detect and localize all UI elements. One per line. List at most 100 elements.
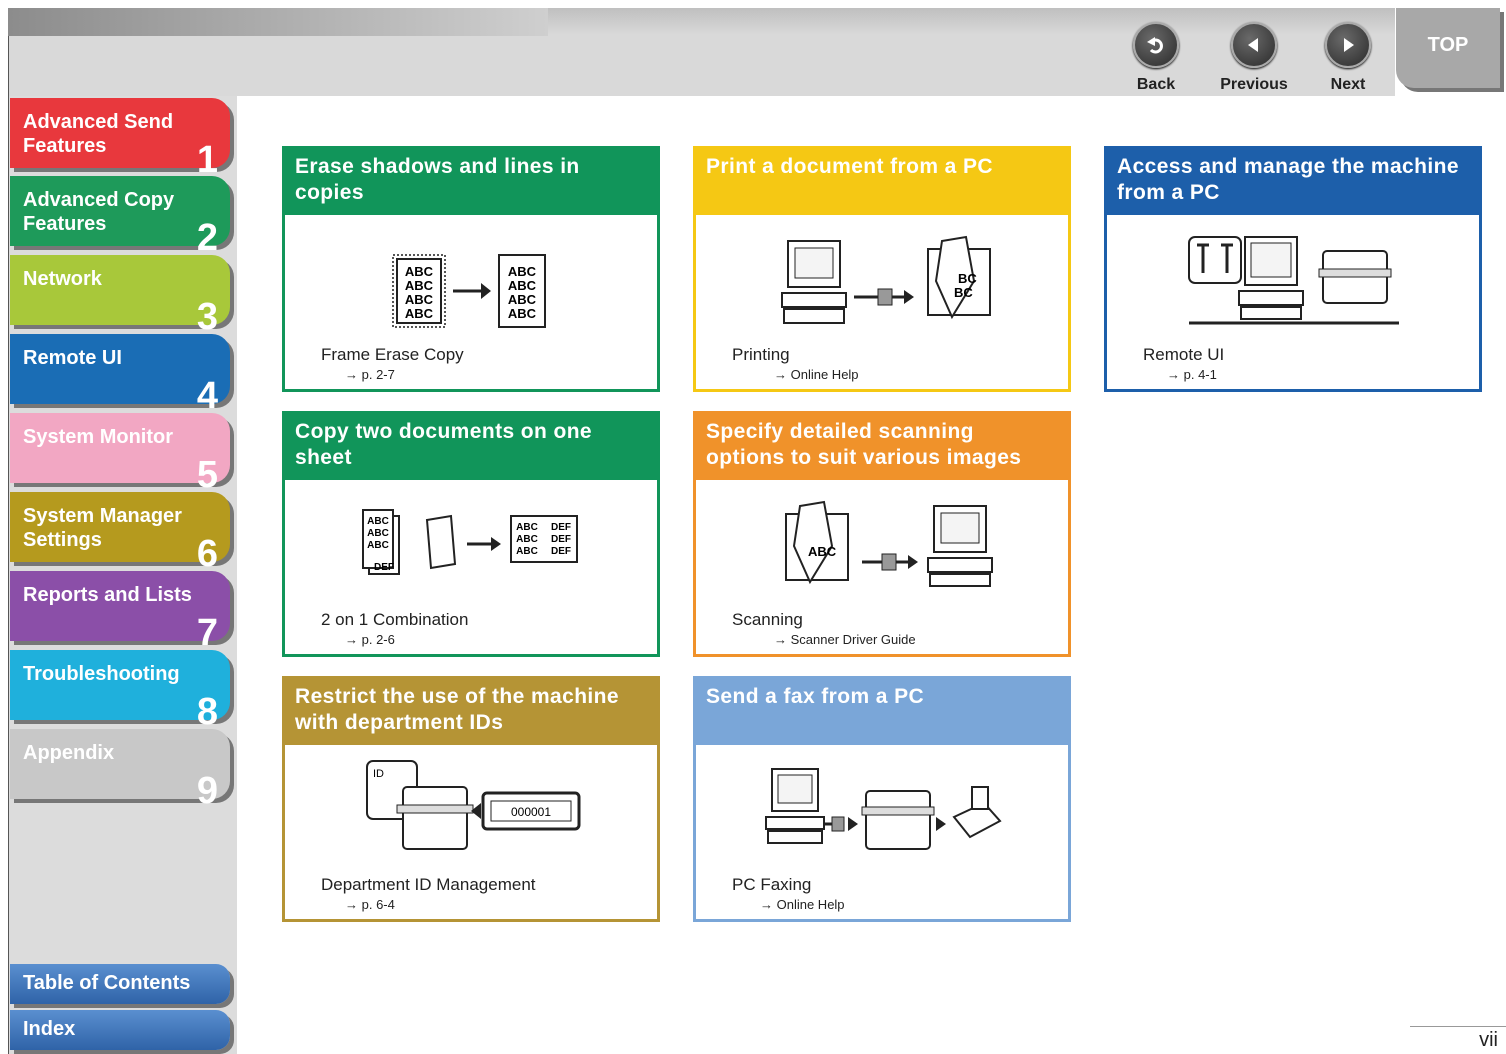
previous-button[interactable]: Previous	[1214, 22, 1294, 94]
card-reference-link[interactable]: → p. 6-4	[345, 897, 395, 912]
def-text: DEF	[551, 534, 571, 545]
chapter-tab-number: 6	[196, 533, 218, 575]
bc-text: BC	[954, 285, 973, 300]
card-frame-erase[interactable]: Erase shadows and lines in copies ABC AB…	[282, 146, 660, 392]
chapter-tab-label: Appendix	[23, 742, 115, 764]
chapter-tab-number: 5	[196, 454, 218, 496]
card-reference-link[interactable]: → p. 2-6	[345, 632, 395, 647]
page-number: vii	[1479, 1029, 1498, 1051]
back-icon	[1133, 22, 1179, 68]
bc-text: BC	[958, 271, 977, 286]
abc-text: ABC	[516, 534, 538, 545]
card-title: Send a fax from a PC	[696, 679, 1068, 745]
card-remote-ui[interactable]: Access and manage the machine from a PC …	[1104, 146, 1482, 392]
card-title: Print a document from a PC	[696, 149, 1068, 215]
abc-text: ABC	[367, 528, 389, 539]
card-scanning[interactable]: Specify detailed scanning options to sui…	[693, 411, 1071, 657]
chapter-tab-1[interactable]: Advanced Send Features 1	[10, 98, 230, 179]
abc-text: ABC	[508, 292, 537, 307]
def-text: DEF	[374, 562, 394, 573]
chapter-tab-label: Troubleshooting	[23, 663, 180, 685]
pc-faxing-illustration	[696, 751, 1068, 869]
page-divider	[1410, 1026, 1506, 1027]
chapter-tab-3[interactable]: Network 3	[10, 255, 230, 336]
back-button[interactable]: Back	[1126, 22, 1186, 94]
next-icon	[1325, 22, 1371, 68]
card-reference-link[interactable]: → Online Help	[774, 367, 859, 382]
card-2on1-combination[interactable]: Copy two documents on one sheet ABC ABC …	[282, 411, 660, 657]
card-label: Remote UI	[1143, 345, 1225, 364]
next-button[interactable]: Next	[1318, 22, 1378, 94]
remote-ui-illustration	[1107, 221, 1479, 339]
chapter-tab-number: 1	[196, 139, 218, 181]
chapter-tab-5[interactable]: System Monitor 5	[10, 413, 230, 494]
card-reference-link[interactable]: → Online Help	[760, 897, 845, 912]
abc-text: ABC	[508, 278, 537, 293]
chapter-tab-8[interactable]: Troubleshooting 8	[10, 650, 230, 731]
department-id-illustration: ID 000001	[285, 751, 657, 869]
chapter-tab-number: 7	[196, 612, 218, 654]
scanning-illustration: ABC	[696, 486, 1068, 604]
card-label: Printing	[732, 345, 790, 364]
abc-text: ABC	[516, 546, 538, 557]
card-department-id[interactable]: Restrict the use of the machine with dep…	[282, 676, 660, 922]
chapter-tab-9[interactable]: Appendix 9	[10, 729, 230, 810]
def-text: DEF	[551, 522, 571, 533]
abc-text: ABC	[405, 292, 434, 307]
abc-text: ABC	[367, 540, 389, 551]
card-label: Scanning	[732, 610, 803, 629]
card-title: Access and manage the machine from a PC	[1107, 149, 1479, 215]
card-reference-link[interactable]: → Scanner Driver Guide	[774, 632, 916, 647]
top-label: TOP	[1427, 34, 1469, 56]
card-pc-faxing[interactable]: Send a fax from a PC PC Faxing → Online …	[693, 676, 1071, 922]
chapter-tab-label: Reports and Lists	[23, 584, 192, 606]
top-button[interactable]: TOP	[1396, 8, 1500, 88]
card-title: Specify detailed scanning options to sui…	[696, 414, 1068, 480]
table-of-contents-tab[interactable]: Table of Contents	[10, 964, 230, 1004]
card-title: Restrict the use of the machine with dep…	[285, 679, 657, 745]
counter-text: 000001	[511, 805, 551, 819]
abc-text: ABC	[508, 264, 537, 279]
printing-illustration: BC BC	[696, 221, 1068, 339]
card-reference-link[interactable]: → p. 2-7	[345, 367, 395, 382]
def-text: DEF	[551, 546, 571, 557]
abc-text: ABC	[808, 544, 837, 559]
chapter-tab-2[interactable]: Advanced Copy Features 2	[10, 176, 230, 257]
index-label: Index	[23, 1018, 76, 1040]
abc-text: ABC	[405, 264, 434, 279]
chapter-tab-label: Network	[23, 268, 102, 290]
card-printing[interactable]: Print a document from a PC BC BC Printin…	[693, 146, 1071, 392]
card-title: Erase shadows and lines in copies	[285, 149, 657, 215]
card-title: Copy two documents on one sheet	[285, 414, 657, 480]
abc-text: ABC	[516, 522, 538, 533]
abc-text: ABC	[367, 516, 389, 527]
toc-label: Table of Contents	[23, 972, 191, 994]
card-label: Department ID Management	[321, 875, 536, 894]
top-bar-shade	[8, 8, 548, 36]
chapter-tab-7[interactable]: Reports and Lists 7	[10, 571, 230, 652]
card-label: 2 on 1 Combination	[321, 610, 469, 629]
id-text: ID	[373, 768, 384, 780]
chapter-tab-label: Remote UI	[23, 347, 122, 369]
card-label: Frame Erase Copy	[321, 345, 464, 364]
index-tab[interactable]: Index	[10, 1010, 230, 1050]
chapter-tab-number: 8	[196, 691, 218, 733]
chapter-tab-number: 2	[196, 217, 218, 259]
chapter-tab-6[interactable]: System Manager Settings 6	[10, 492, 230, 573]
card-reference-link[interactable]: → p. 4-1	[1167, 367, 1217, 382]
chapter-tab-number: 3	[196, 296, 218, 338]
previous-label: Previous	[1220, 76, 1288, 93]
abc-text: ABC	[405, 306, 434, 321]
next-label: Next	[1330, 76, 1366, 93]
frame-erase-illustration: ABC ABC ABC ABC ABC ABC ABC ABC	[285, 221, 657, 339]
back-label: Back	[1136, 76, 1176, 93]
card-label: PC Faxing	[732, 875, 812, 894]
abc-text: ABC	[405, 278, 434, 293]
previous-icon	[1231, 22, 1277, 68]
chapter-tab-number: 9	[196, 770, 218, 812]
chapter-tab-number: 4	[196, 375, 218, 417]
combination-illustration: ABC ABC ABC DEF ABC ABC ABC DEF DEF DEF	[285, 486, 657, 604]
abc-text: ABC	[508, 306, 537, 321]
chapter-tab-4[interactable]: Remote UI 4	[10, 334, 230, 415]
chapter-tab-label: System Monitor	[23, 426, 174, 448]
